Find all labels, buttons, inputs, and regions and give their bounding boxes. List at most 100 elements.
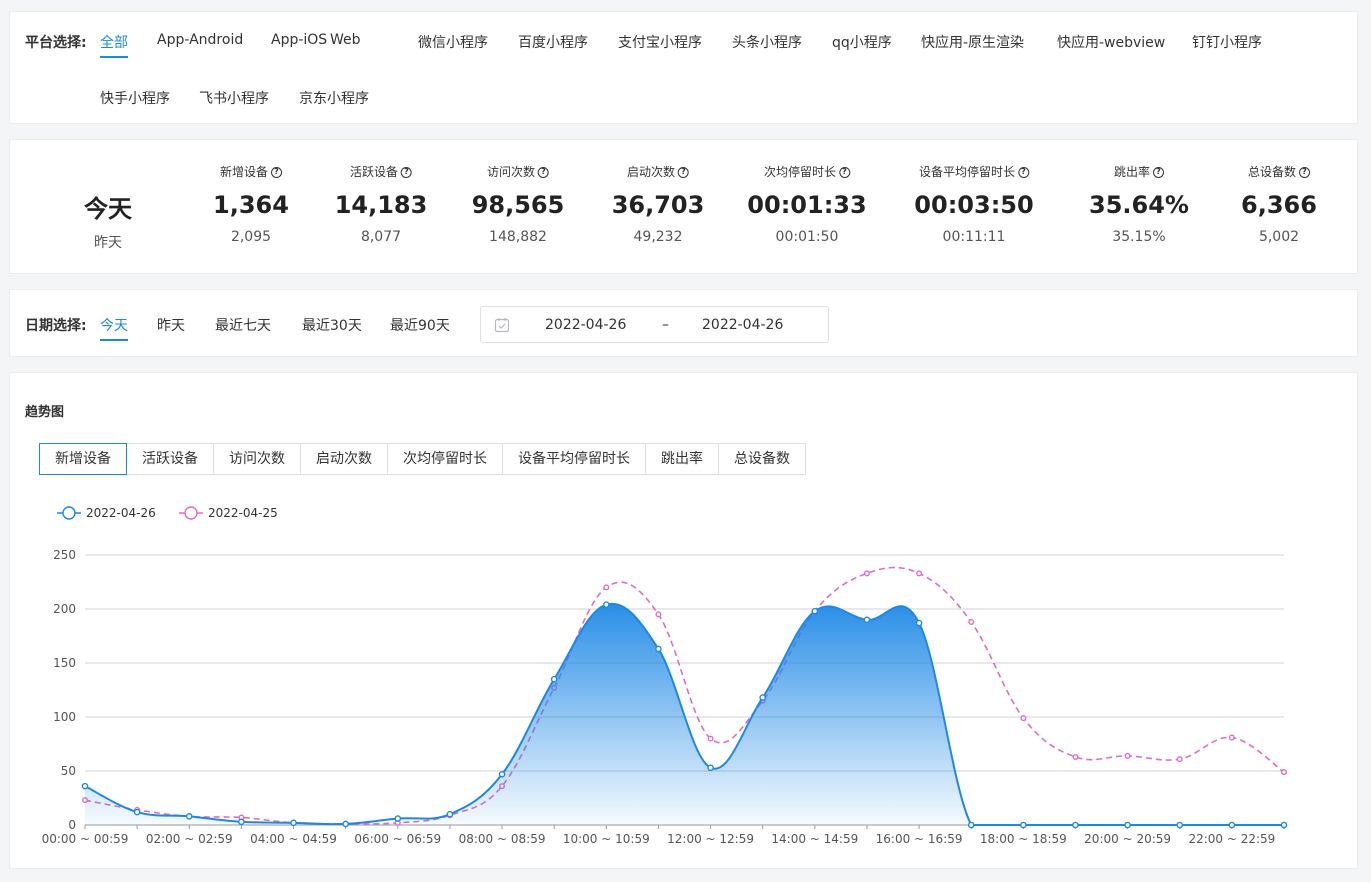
platform-tab[interactable]: Web — [330, 32, 361, 48]
data-point[interactable] — [968, 618, 975, 625]
help-icon[interactable]: ? — [271, 166, 283, 178]
date-option-tab[interactable]: 最近七天 — [215, 315, 271, 335]
data-point[interactable] — [1280, 769, 1287, 776]
platform-tab[interactable]: 京东小程序 — [299, 88, 369, 108]
data-point[interactable] — [1124, 752, 1131, 759]
data-point[interactable] — [1072, 821, 1079, 829]
stat-today-value: 6,366 — [1241, 191, 1317, 219]
platform-tab[interactable]: 微信小程序 — [418, 32, 488, 52]
data-point[interactable] — [1176, 756, 1183, 763]
x-tick-label: 18:00 ~ 18:59 — [980, 832, 1067, 846]
date-option-tab[interactable]: 今天 — [100, 315, 128, 341]
date-range-picker[interactable]: 2022-04-26 – 2022-04-26 — [480, 306, 829, 343]
data-point[interactable] — [603, 601, 610, 608]
data-point[interactable] — [342, 820, 349, 828]
metric-tab[interactable]: 启动次数 — [300, 443, 388, 475]
metric-tab[interactable]: 新增设备 — [39, 443, 127, 475]
x-tick-label: 16:00 ~ 16:59 — [876, 832, 963, 846]
date-option-tab[interactable]: 昨天 — [157, 315, 185, 335]
metric-tab[interactable]: 跳出率 — [645, 443, 719, 475]
metric-tab[interactable]: 活跃设备 — [126, 443, 214, 475]
metric-tab[interactable]: 次均停留时长 — [387, 443, 503, 475]
data-point[interactable] — [967, 821, 975, 829]
platform-tab[interactable]: qq小程序 — [832, 32, 892, 52]
data-point[interactable] — [185, 813, 193, 820]
platform-tab[interactable]: App-Android — [157, 32, 243, 48]
legend-label[interactable]: 2022-04-26 — [86, 506, 156, 520]
data-point[interactable] — [446, 810, 454, 818]
data-point[interactable] — [290, 819, 297, 827]
help-icon[interactable]: ? — [1153, 166, 1164, 178]
legend-label[interactable]: 2022-04-25 — [208, 506, 278, 520]
end-date[interactable]: 2022-04-26 — [702, 317, 783, 333]
data-point[interactable] — [1176, 821, 1184, 829]
x-tick-label: 14:00 ~ 14:59 — [771, 832, 858, 846]
data-point[interactable] — [550, 675, 558, 683]
data-point[interactable] — [863, 570, 870, 577]
help-icon[interactable]: ? — [678, 166, 689, 178]
x-tick-label: 12:00 ~ 12:59 — [667, 832, 754, 846]
platform-tab[interactable]: 百度小程序 — [518, 32, 588, 52]
metric-tab[interactable]: 访问次数 — [213, 443, 301, 475]
platform-tab[interactable]: 钉钉小程序 — [1192, 32, 1262, 52]
platform-tab[interactable]: 快手小程序 — [100, 88, 170, 108]
legend-marker[interactable] — [184, 506, 198, 520]
platform-tab[interactable]: 全部 — [100, 32, 128, 58]
stat-label: 跳出率? — [1089, 164, 1189, 180]
help-icon[interactable]: ? — [538, 166, 549, 178]
platform-tab[interactable]: App-iOS — [271, 32, 327, 48]
platform-tab[interactable]: 快应用-webview — [1057, 32, 1165, 52]
data-point[interactable] — [759, 694, 766, 701]
stat-block: 次均停留时长? 00:01:33 00:01:50 — [747, 164, 866, 245]
x-tick-label: 22:00 ~ 22:59 — [1188, 832, 1275, 846]
data-point[interactable] — [1124, 821, 1131, 829]
x-tick-label: 08:00 ~ 08:59 — [459, 832, 546, 846]
y-tick-label: 50 — [61, 764, 76, 778]
start-date[interactable]: 2022-04-26 — [545, 317, 626, 333]
data-point[interactable] — [498, 770, 506, 778]
platform-tab[interactable]: 快应用-原生渲染 — [921, 32, 1024, 52]
data-point[interactable] — [1020, 715, 1027, 722]
data-point[interactable] — [1228, 821, 1236, 829]
data-point[interactable] — [915, 619, 923, 627]
platform-tab[interactable]: 飞书小程序 — [199, 88, 269, 108]
metric-tab[interactable]: 设备平均停留时长 — [502, 443, 646, 475]
stat-today-value: 98,565 — [471, 191, 565, 219]
data-point[interactable] — [707, 764, 714, 772]
data-point[interactable] — [811, 607, 819, 615]
data-point[interactable] — [1280, 821, 1288, 829]
stat-label-text: 总设备数 — [1247, 165, 1297, 179]
help-icon[interactable]: ? — [1018, 166, 1030, 178]
stat-yesterday-value: 00:11:11 — [942, 229, 1006, 245]
date-option-tab[interactable]: 最近90天 — [390, 315, 450, 335]
data-point[interactable] — [916, 570, 923, 577]
data-point[interactable] — [1020, 821, 1027, 829]
platform-tab[interactable]: 支付宝小程序 — [618, 32, 702, 52]
legend-marker[interactable] — [62, 506, 76, 520]
stat-yesterday-value: 2,095 — [230, 229, 272, 245]
x-tick-label: 02:00 ~ 02:59 — [146, 832, 233, 846]
data-point[interactable] — [1072, 753, 1079, 760]
today-label: 今天 — [84, 195, 132, 223]
data-point[interactable] — [394, 815, 402, 822]
data-point[interactable] — [707, 735, 714, 742]
date-option-tab[interactable]: 最近30天 — [302, 315, 362, 335]
stat-today-value: 35.64% — [1089, 191, 1189, 219]
data-point[interactable] — [1228, 734, 1235, 741]
stat-block: 跳出率? 35.64% 35.15% — [1089, 164, 1189, 245]
stat-label-text: 跳出率 — [1113, 165, 1150, 179]
data-point[interactable] — [133, 808, 141, 816]
data-point[interactable] — [603, 584, 610, 591]
data-point[interactable] — [655, 645, 662, 653]
data-point[interactable] — [863, 616, 871, 624]
metric-tab[interactable]: 总设备数 — [718, 443, 806, 475]
help-icon[interactable]: ? — [401, 166, 412, 178]
stat-label: 次均停留时长? — [747, 164, 866, 180]
platform-tab[interactable]: 头条小程序 — [732, 32, 802, 52]
data-point[interactable] — [81, 782, 89, 790]
help-icon[interactable]: ? — [839, 166, 851, 178]
stat-yesterday-value: 35.15% — [1112, 229, 1166, 245]
help-icon[interactable]: ? — [1299, 166, 1311, 178]
data-point[interactable] — [655, 611, 662, 618]
data-point[interactable] — [238, 818, 245, 826]
